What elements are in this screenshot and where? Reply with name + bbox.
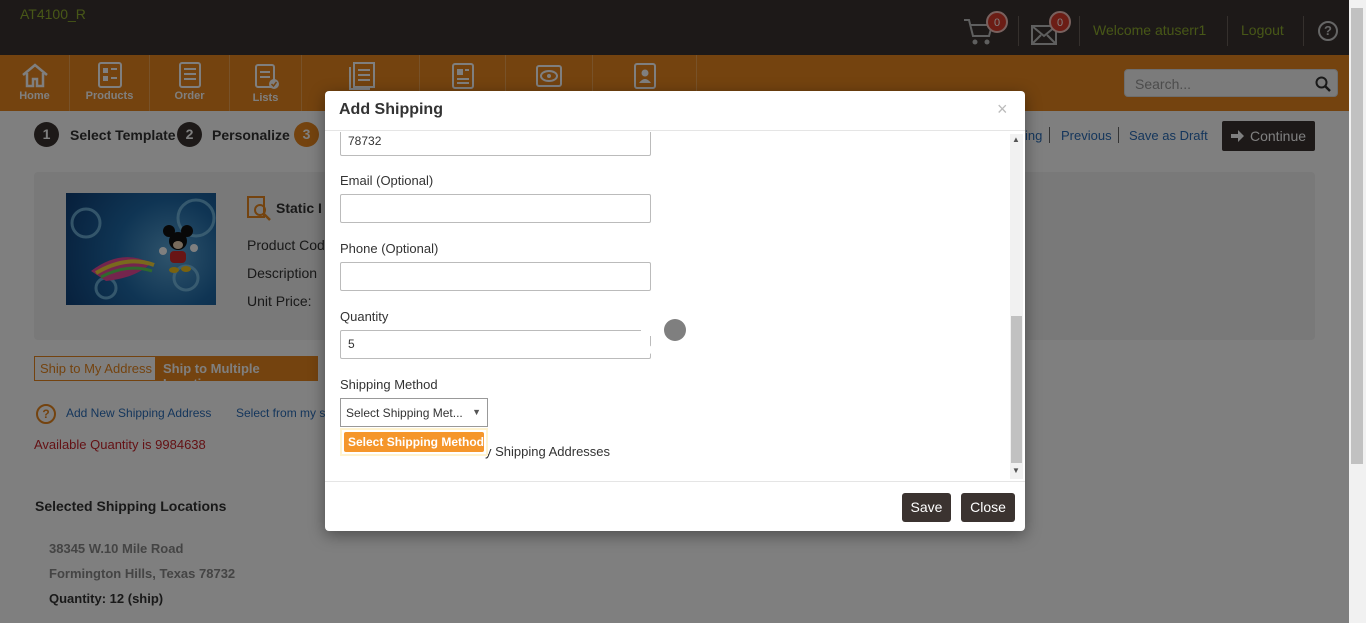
chevron-down-icon: ▼: [472, 407, 481, 417]
shipping-method-option[interactable]: Select Shipping Method: [344, 432, 484, 452]
shipping-method-selected: Select Shipping Met...: [346, 406, 463, 420]
modal-header: Add Shipping ×: [325, 91, 1025, 131]
shipping-method-select[interactable]: Select Shipping Met... ▼: [340, 398, 488, 427]
save-button[interactable]: Save: [902, 493, 951, 522]
modal-scrollbar-thumb[interactable]: [1011, 316, 1022, 463]
scroll-down-icon[interactable]: ▼: [1012, 466, 1020, 475]
quantity-label: Quantity: [340, 309, 389, 324]
quantity-field[interactable]: 5: [340, 330, 651, 359]
zip-field[interactable]: 78732: [340, 132, 651, 156]
phone-field[interactable]: [340, 262, 651, 291]
shipping-method-dropdown: Select Shipping Method: [340, 428, 488, 456]
modal-title: Add Shipping: [339, 101, 443, 118]
phone-label: Phone (Optional): [340, 241, 439, 256]
close-button[interactable]: Close: [961, 493, 1015, 522]
scroll-up-icon[interactable]: ▲: [1012, 135, 1020, 144]
loading-gear-icon: [641, 296, 709, 364]
shipping-method-label: Shipping Method: [340, 377, 438, 392]
modal-footer: Save Close: [325, 481, 1025, 531]
email-label: Email (Optional): [340, 173, 434, 188]
close-icon[interactable]: ×: [997, 99, 1008, 120]
shipping-addresses-text: y Shipping Addresses: [485, 444, 611, 459]
page-scrollbar-thumb[interactable]: [1351, 8, 1363, 464]
email-field[interactable]: [340, 194, 651, 223]
